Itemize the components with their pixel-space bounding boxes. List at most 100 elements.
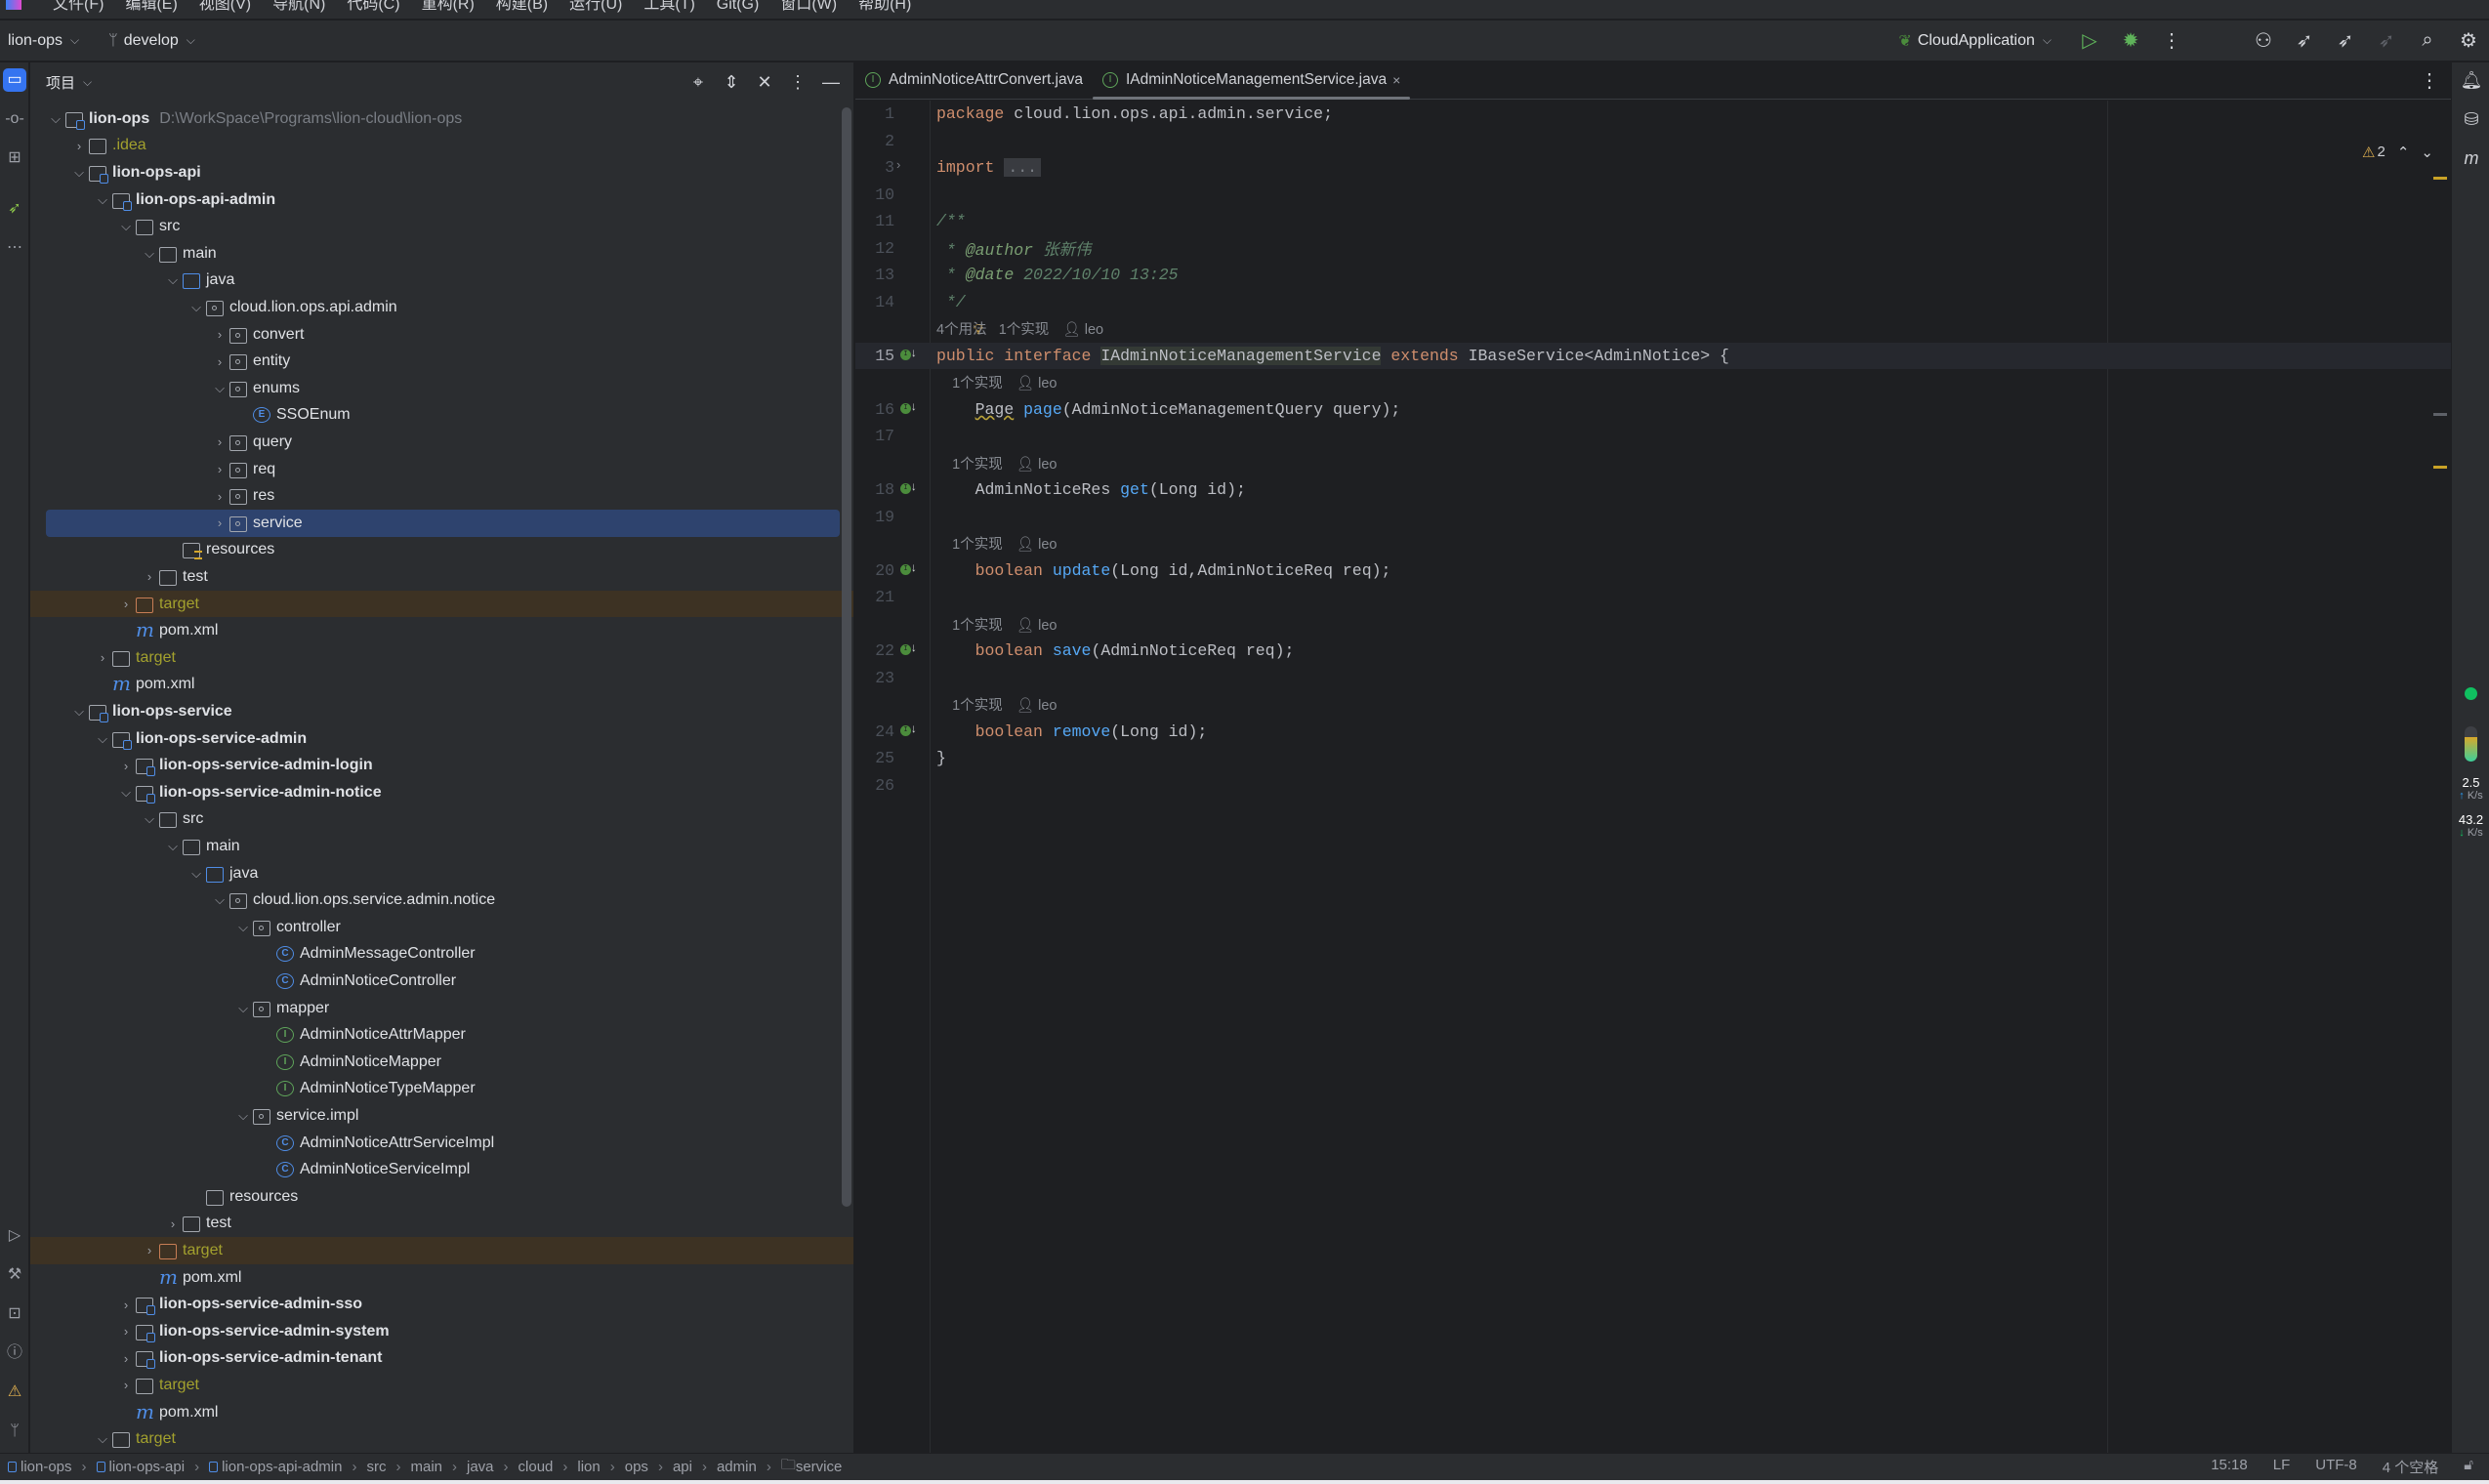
tree-item[interactable]: ⌵ main — [30, 240, 853, 268]
tree-item[interactable]: E SSOEnum — [30, 402, 853, 430]
tree-item[interactable]: m pom.xml — [30, 1264, 853, 1292]
lock-icon[interactable]: 🔓︎ — [2464, 1457, 2473, 1477]
implementations-hint[interactable]: 1个实现 — [952, 537, 1003, 553]
services-icon[interactable]: ▷ — [3, 1224, 26, 1248]
chevron-down-icon[interactable]: ⌵ — [93, 731, 112, 747]
chevron-right-icon[interactable]: › — [116, 1351, 136, 1366]
tree-item[interactable]: m pom.xml — [30, 617, 853, 644]
implemented-icon[interactable]: I — [900, 402, 917, 414]
tree-item[interactable]: ⌵ controller — [30, 914, 853, 941]
chevron-right-icon[interactable]: › — [210, 354, 229, 369]
breadcrumb-item[interactable]: lion-ops-api-admin — [209, 1459, 342, 1475]
project-selector[interactable]: lion-ops ⌵ — [8, 32, 79, 50]
branch-selector[interactable]: ᛘ develop ⌵ — [108, 32, 195, 50]
menu-item[interactable]: 代码(C) — [347, 0, 399, 14]
terminal-icon[interactable]: ⊡ — [3, 1302, 26, 1326]
breadcrumb-item[interactable]: src — [366, 1459, 386, 1475]
implemented-icon[interactable]: I — [900, 563, 917, 575]
chevron-down-icon[interactable]: ⌵ — [233, 1001, 253, 1016]
tree-scrollbar[interactable] — [842, 107, 851, 1207]
breadcrumb-item[interactable]: main — [410, 1459, 442, 1475]
chevron-right-icon[interactable]: › — [116, 597, 136, 611]
tree-item[interactable]: › .idea — [30, 133, 853, 160]
breadcrumb-item[interactable]: lion-ops-api — [96, 1459, 185, 1475]
menu-item[interactable]: 导航(N) — [272, 0, 325, 14]
tree-item[interactable]: › target — [30, 1237, 853, 1264]
code-vision-hint[interactable]: 4个用法💡︎ 1个实现 👤︎ leo — [936, 322, 1103, 338]
breadcrumb-item[interactable]: api — [673, 1459, 692, 1475]
tree-item[interactable]: › service — [46, 510, 840, 537]
structure-icon[interactable]: ⊞ — [3, 146, 26, 170]
chevron-down-icon[interactable]: ⌵ — [233, 1108, 253, 1124]
chevron-right-icon[interactable]: › — [210, 434, 229, 449]
breadcrumb-item[interactable]: java — [467, 1459, 494, 1475]
menu-item[interactable]: 重构(R) — [422, 0, 475, 14]
tree-item[interactable]: › test — [30, 563, 853, 591]
code-line[interactable]: 12 * @author 张新伟 — [855, 235, 2451, 263]
code-line[interactable]: 18 I AdminNoticeRes get(Long id); — [855, 476, 2451, 504]
caret-position[interactable]: 15:18 — [2211, 1457, 2248, 1477]
code-line[interactable]: 1 package cloud.lion.ops.api.admin.servic… — [855, 101, 2451, 128]
chevron-right-icon[interactable]: › — [210, 489, 229, 504]
code-line[interactable]: 20 I boolean update(Long id,AdminNoticeRe… — [855, 557, 2451, 585]
implementations-hint[interactable]: 1个实现 — [952, 618, 1003, 634]
tree-item[interactable]: I AdminNoticeTypeMapper — [30, 1076, 853, 1103]
chevron-right-icon[interactable]: › — [93, 650, 112, 665]
tree-item[interactable]: ⌵ lion-ops-api — [30, 159, 853, 186]
tree-item[interactable]: C AdminNoticeServiceImpl — [30, 1156, 853, 1183]
author-hint[interactable]: 👤︎ leo — [1016, 537, 1058, 553]
menu-item[interactable]: 运行(U) — [569, 0, 622, 14]
menu-item[interactable]: 构建(B) — [496, 0, 548, 14]
tree-item[interactable]: I AdminNoticeMapper — [30, 1049, 853, 1076]
implemented-icon[interactable]: I — [900, 643, 917, 656]
maven-icon[interactable]: m — [2460, 148, 2483, 169]
code-line[interactable]: 16 I Page page(AdminNoticeManagementQuery… — [855, 396, 2451, 424]
tree-item[interactable]: ⌵ main — [30, 833, 853, 860]
code-line[interactable]: 17 — [855, 423, 2451, 450]
author-hint[interactable]: 👤︎ leo — [1062, 322, 1103, 338]
hide-icon[interactable]: — — [816, 72, 846, 93]
close-tab-icon[interactable]: × — [1392, 72, 1400, 88]
breadcrumb-item[interactable]: lion-ops — [8, 1459, 72, 1475]
breadcrumb-item[interactable]: cloud — [519, 1459, 554, 1475]
chevron-down-icon[interactable]: ⌵ — [69, 704, 89, 720]
tree-item[interactable]: › res — [30, 482, 853, 510]
problems-icon[interactable]: ⓘ — [3, 1341, 26, 1365]
chevron-down-icon[interactable]: ⌵ — [116, 785, 136, 801]
lightbulb-icon[interactable]: 💡︎ — [974, 322, 983, 338]
tree-item[interactable]: ⌵ src — [30, 806, 853, 834]
code-vision-hint[interactable]: 1个实现 👤︎ leo — [936, 457, 1058, 473]
database-icon[interactable]: ⛁ — [2460, 109, 2483, 130]
code-area[interactable]: ⚠ 2 ⌃ ⌄ 1 package cloud.lion.ops.api.admin.… — [855, 101, 2451, 1453]
code-line[interactable]: 14 */ — [855, 289, 2451, 316]
chevron-down-icon[interactable]: ⌵ — [140, 246, 159, 262]
more-tools-icon[interactable]: ⋯ — [3, 236, 26, 260]
tab-options-icon[interactable]: ⋮ — [2420, 68, 2439, 93]
chevron-down-icon[interactable]: ⌵ — [140, 811, 159, 827]
jrebel-icon[interactable]: ➶ — [3, 197, 26, 221]
tree-item[interactable]: › convert — [30, 321, 853, 349]
options-icon[interactable]: ⋮ — [783, 72, 812, 93]
code-line[interactable]: 2 — [855, 128, 2451, 155]
tree-item[interactable]: ⌵ mapper — [30, 995, 853, 1022]
tree-item[interactable]: ⌵ cloud.lion.ops.api.admin — [30, 294, 853, 321]
author-hint[interactable]: 👤︎ leo — [1016, 457, 1058, 473]
breadcrumb-item[interactable]: lion — [577, 1459, 600, 1475]
code-line[interactable]: 25} — [855, 745, 2451, 772]
chevron-right-icon[interactable]: › — [140, 569, 159, 584]
tree-item[interactable]: m pom.xml — [30, 672, 853, 699]
code-line[interactable]: 15 Ipublic interface IAdminNoticeManageme… — [855, 342, 2451, 369]
chevron-right-icon[interactable]: › — [210, 515, 229, 530]
code-line[interactable]: 24 I boolean remove(Long id); — [855, 719, 2451, 746]
more-icon[interactable]: ⋮ — [2155, 24, 2188, 58]
tree-item[interactable]: › lion-ops-service-admin-tenant — [30, 1345, 853, 1373]
editor-tab[interactable]: I AdminNoticeAttrConvert.java — [855, 62, 1093, 99]
code-line[interactable]: 10 — [855, 182, 2451, 209]
chevron-right-icon[interactable]: › — [116, 759, 136, 773]
tree-item[interactable]: › req — [30, 456, 853, 483]
implementations-hint[interactable]: 1个实现 — [952, 457, 1003, 473]
chevron-right-icon[interactable]: › — [116, 1378, 136, 1392]
tree-item[interactable]: ⌵ service.impl — [30, 1102, 853, 1130]
tree-item[interactable]: ⌵ target — [30, 1425, 853, 1453]
rocket-icon[interactable]: ➶ — [2370, 24, 2403, 58]
